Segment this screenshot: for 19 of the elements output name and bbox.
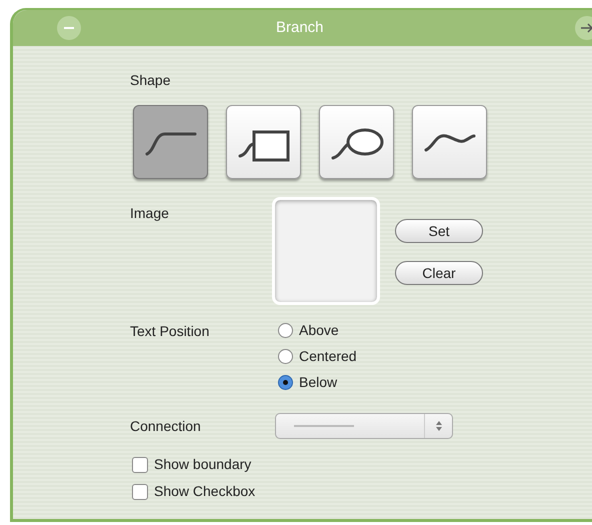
shape-option[interactable] <box>412 105 487 179</box>
up-down-arrows-icon <box>434 420 442 432</box>
radio-option[interactable]: Centered <box>278 347 357 365</box>
shape-label: Shape <box>130 71 172 90</box>
window-title: Branch <box>276 18 324 38</box>
radio-option[interactable]: Below <box>278 373 357 391</box>
image-button[interactable]: Clear <box>395 261 483 285</box>
radio-option[interactable]: Above <box>278 321 357 339</box>
arrow-button[interactable] <box>575 16 592 40</box>
shape-option[interactable] <box>319 105 394 179</box>
shape-option[interactable] <box>133 105 208 179</box>
checkbox-option[interactable]: Show boundary <box>132 455 592 474</box>
connection-label: Connection <box>130 416 202 436</box>
image-label: Image <box>130 204 170 223</box>
right-arrow-icon <box>580 22 592 34</box>
checkbox-option[interactable]: Show Checkbox <box>132 482 592 501</box>
image-button[interactable]: Set <box>395 219 483 243</box>
text-position-label: Text Position <box>130 322 210 341</box>
shape-option[interactable] <box>226 105 301 179</box>
